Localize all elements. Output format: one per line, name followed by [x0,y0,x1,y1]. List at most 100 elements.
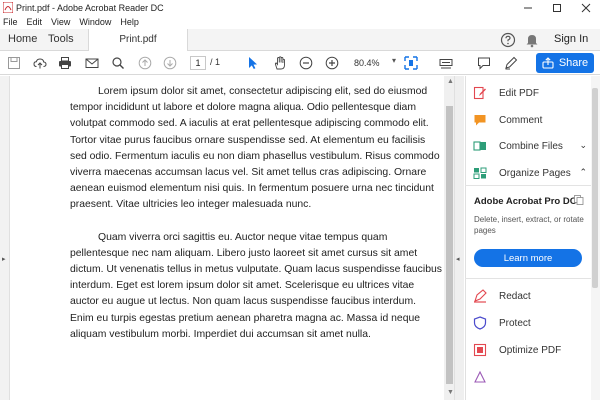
tab-bar: Home Tools Print.pdf Sign In [0,29,600,51]
title-bar: Print.pdf - Adobe Acrobat Reader DC [0,0,600,15]
tool-edit-pdf[interactable]: Edit PDF [473,83,593,103]
tool-comment[interactable]: Comment [473,110,593,130]
zoom-in-button[interactable] [324,55,340,71]
window-controls [513,0,600,15]
toolbar: 1 / 1 80.4% ▾ [0,51,600,75]
acrobat-app-icon [3,2,13,13]
tools-pane-scrollbar-thumb[interactable] [592,88,598,288]
next-page-button[interactable] [162,55,178,71]
share-icon [542,57,554,69]
combine-files-icon [473,141,486,151]
sign-button[interactable] [503,55,519,71]
organize-pages-icon [473,167,487,179]
maximize-icon [552,3,561,12]
tool-optimize-pdf[interactable]: Optimize PDF [473,340,593,360]
tool-icon-partial [474,370,486,383]
search-icon [112,57,124,69]
tool-label: Comment [499,114,543,126]
upload-cloud-button[interactable] [32,55,48,71]
select-tool-button[interactable] [245,55,261,71]
right-pane-toggle-strip[interactable] [454,76,464,400]
page-number-input[interactable]: 1 [190,56,206,70]
tool-label: Redact [499,290,531,302]
share-button[interactable]: Share [536,53,594,73]
minus-circle-icon [299,56,313,70]
cursor-arrow-icon [249,57,257,69]
close-window-button[interactable] [571,0,600,15]
previous-page-button[interactable] [137,55,153,71]
learn-more-button[interactable]: Learn more [474,249,582,267]
help-icon[interactable] [500,32,516,48]
save-button[interactable] [6,55,22,71]
tool-redact[interactable]: Redact [473,286,593,306]
close-icon [581,3,590,12]
tool-organize-pages[interactable]: Organize Pages ⌃ [473,163,593,183]
promo-description: Delete, insert, extract, or rotate pages [474,215,584,235]
hand-tool-button[interactable] [272,55,288,71]
save-icon [8,57,20,69]
scroll-up-arrow-icon[interactable]: ▲ [447,78,454,85]
tool-label: Protect [499,317,531,329]
minimize-button[interactable] [513,0,542,15]
chevron-up-icon[interactable]: ⌃ [579,167,587,178]
menu-edit[interactable]: Edit [27,17,43,27]
comment-toolbar-button[interactable] [476,55,492,71]
find-button[interactable] [110,55,126,71]
paragraph-2: Quam viverra orci sagittis eu. Auctor ne… [70,231,442,340]
optimize-pdf-icon [473,343,487,357]
divider [465,185,600,186]
speech-bubble-icon [478,57,490,70]
print-button[interactable] [57,55,73,71]
menu-window[interactable]: Window [79,17,111,27]
expand-left-panel-icon[interactable]: ▸ [2,255,6,263]
zoom-dropdown-caret-icon[interactable]: ▾ [392,56,396,65]
read-mode-button[interactable] [438,55,454,71]
menu-view[interactable]: View [51,17,70,27]
tab-tools[interactable]: Tools [48,33,74,45]
tool-combine-files[interactable]: Combine Files ⌄ [473,136,593,156]
share-label: Share [558,57,589,69]
cloud-upload-icon [33,58,47,69]
zoom-out-button[interactable] [298,55,314,71]
arrow-down-circle-icon [163,56,177,70]
tool-label: Optimize PDF [499,344,562,356]
pen-icon [505,56,518,70]
printer-icon [59,57,71,69]
edit-pdf-icon [473,86,486,100]
chevron-down-icon[interactable]: ⌄ [579,140,587,151]
divider [465,278,600,279]
tool-label: Combine Files [499,140,563,152]
collapse-right-pane-icon[interactable]: ◂ [456,255,460,263]
email-button[interactable] [84,55,100,71]
pdf-page-content: Lorem ipsum dolor sit amet, consectetur … [70,84,442,359]
tool-label: Organize Pages [499,167,571,179]
tool-label: Edit PDF [499,87,540,99]
document-scrollbar-thumb[interactable] [446,106,453,384]
fit-page-button[interactable] [403,55,419,71]
keyboard-icon [439,59,453,69]
tool-partial-hidden[interactable] [473,367,593,387]
scroll-down-arrow-icon[interactable]: ▼ [447,389,454,396]
tab-document[interactable]: Print.pdf [88,29,188,51]
left-panel-toggle-strip[interactable] [0,76,10,400]
tool-protect[interactable]: Protect [473,313,593,333]
promo-pages-icon [574,195,584,205]
zoom-level-select[interactable]: 80.4% [350,56,392,70]
minimize-icon [523,7,532,8]
window-title: Print.pdf - Adobe Acrobat Reader DC [16,2,164,13]
promo-title: Adobe Acrobat Pro DC [474,196,577,207]
plus-circle-icon [325,56,339,70]
paragraph-1: Lorem ipsum dolor sit amet, consectetur … [70,86,440,211]
maximize-button[interactable] [542,0,571,15]
hand-icon [274,56,285,70]
menu-help[interactable]: Help [120,17,139,27]
menu-file[interactable]: File [3,17,18,27]
page-total: / 1 [210,57,221,67]
sign-in-link[interactable]: Sign In [554,33,588,45]
menu-bar: File Edit View Window Help [0,15,600,29]
envelope-icon [85,58,99,68]
tab-home[interactable]: Home [8,33,37,45]
notifications-bell-icon[interactable] [525,32,539,48]
arrow-up-circle-icon [138,56,152,70]
redact-icon [474,289,487,303]
